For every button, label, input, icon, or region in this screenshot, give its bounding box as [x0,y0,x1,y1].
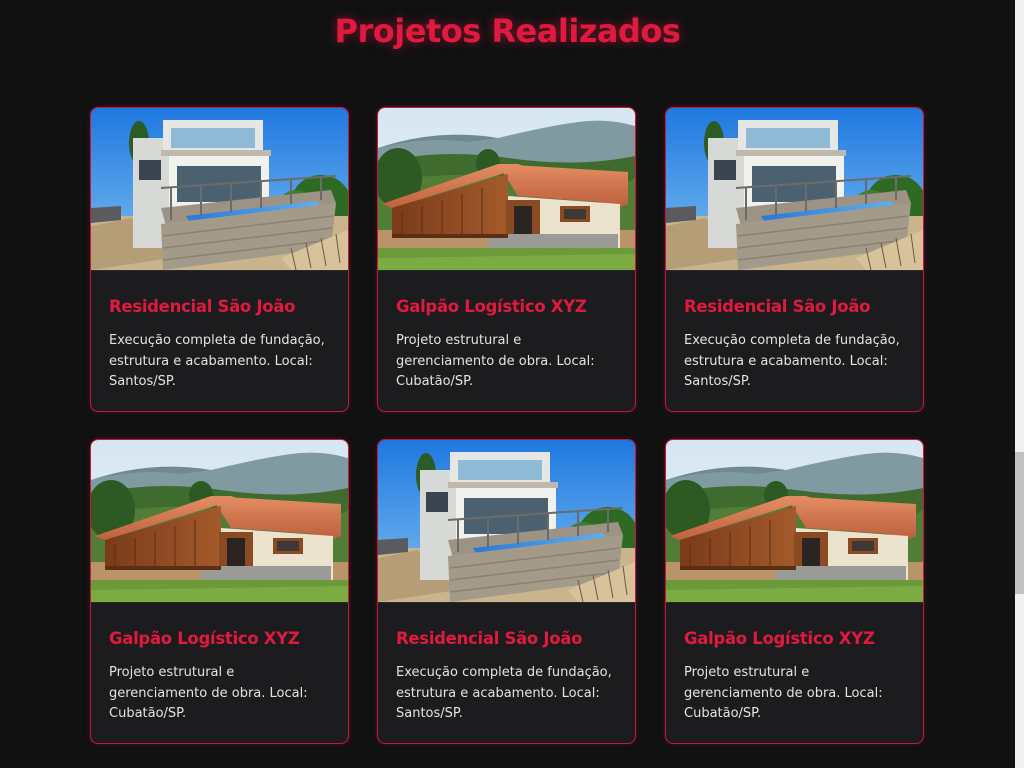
project-image [378,108,635,271]
project-description: Projeto estrutural e gerenciamento de ob… [109,665,308,721]
project-title: Residencial São João [684,297,871,316]
project-title: Residencial São João [109,297,296,316]
project-image [91,440,348,603]
project-image [91,108,348,271]
project-card[interactable]: Galpão Logístico XYZ Projeto estrutural … [665,439,924,744]
project-description: Execução completa de fundação, estrutura… [396,665,612,721]
section-title: Projetos Realizados [334,12,681,50]
house-with-pool-photo [666,108,923,270]
project-description: Projeto estrutural e gerenciamento de ob… [684,665,883,721]
project-title: Residencial São João [396,629,583,648]
project-card[interactable]: Residencial São João Execução completa d… [377,439,636,744]
project-title: Galpão Logístico XYZ [396,297,587,316]
project-description: Execução completa de fundação, estrutura… [684,333,900,389]
project-card[interactable]: Galpão Logístico XYZ Projeto estrutural … [90,439,349,744]
project-image [666,108,923,271]
scrollbar-track[interactable] [1015,0,1024,768]
house-with-pool-photo [91,108,348,270]
house-with-pool-photo [378,440,635,602]
scrollbar-thumb[interactable] [1015,452,1024,594]
wooden-chalet-photo [91,440,348,602]
project-description: Execução completa de fundação, estrutura… [109,333,325,389]
wooden-chalet-photo [666,440,923,602]
project-card[interactable]: Residencial São João Execução completa d… [90,107,349,412]
project-image [378,440,635,603]
wooden-chalet-photo [378,108,635,270]
project-title: Galpão Logístico XYZ [109,629,300,648]
project-description: Projeto estrutural e gerenciamento de ob… [396,333,595,389]
page: Projetos Realizados Residencial São João… [0,0,1024,768]
project-card[interactable]: Residencial São João Execução completa d… [665,107,924,412]
project-title: Galpão Logístico XYZ [684,629,875,648]
project-image [666,440,923,603]
project-card[interactable]: Galpão Logístico XYZ Projeto estrutural … [377,107,636,412]
